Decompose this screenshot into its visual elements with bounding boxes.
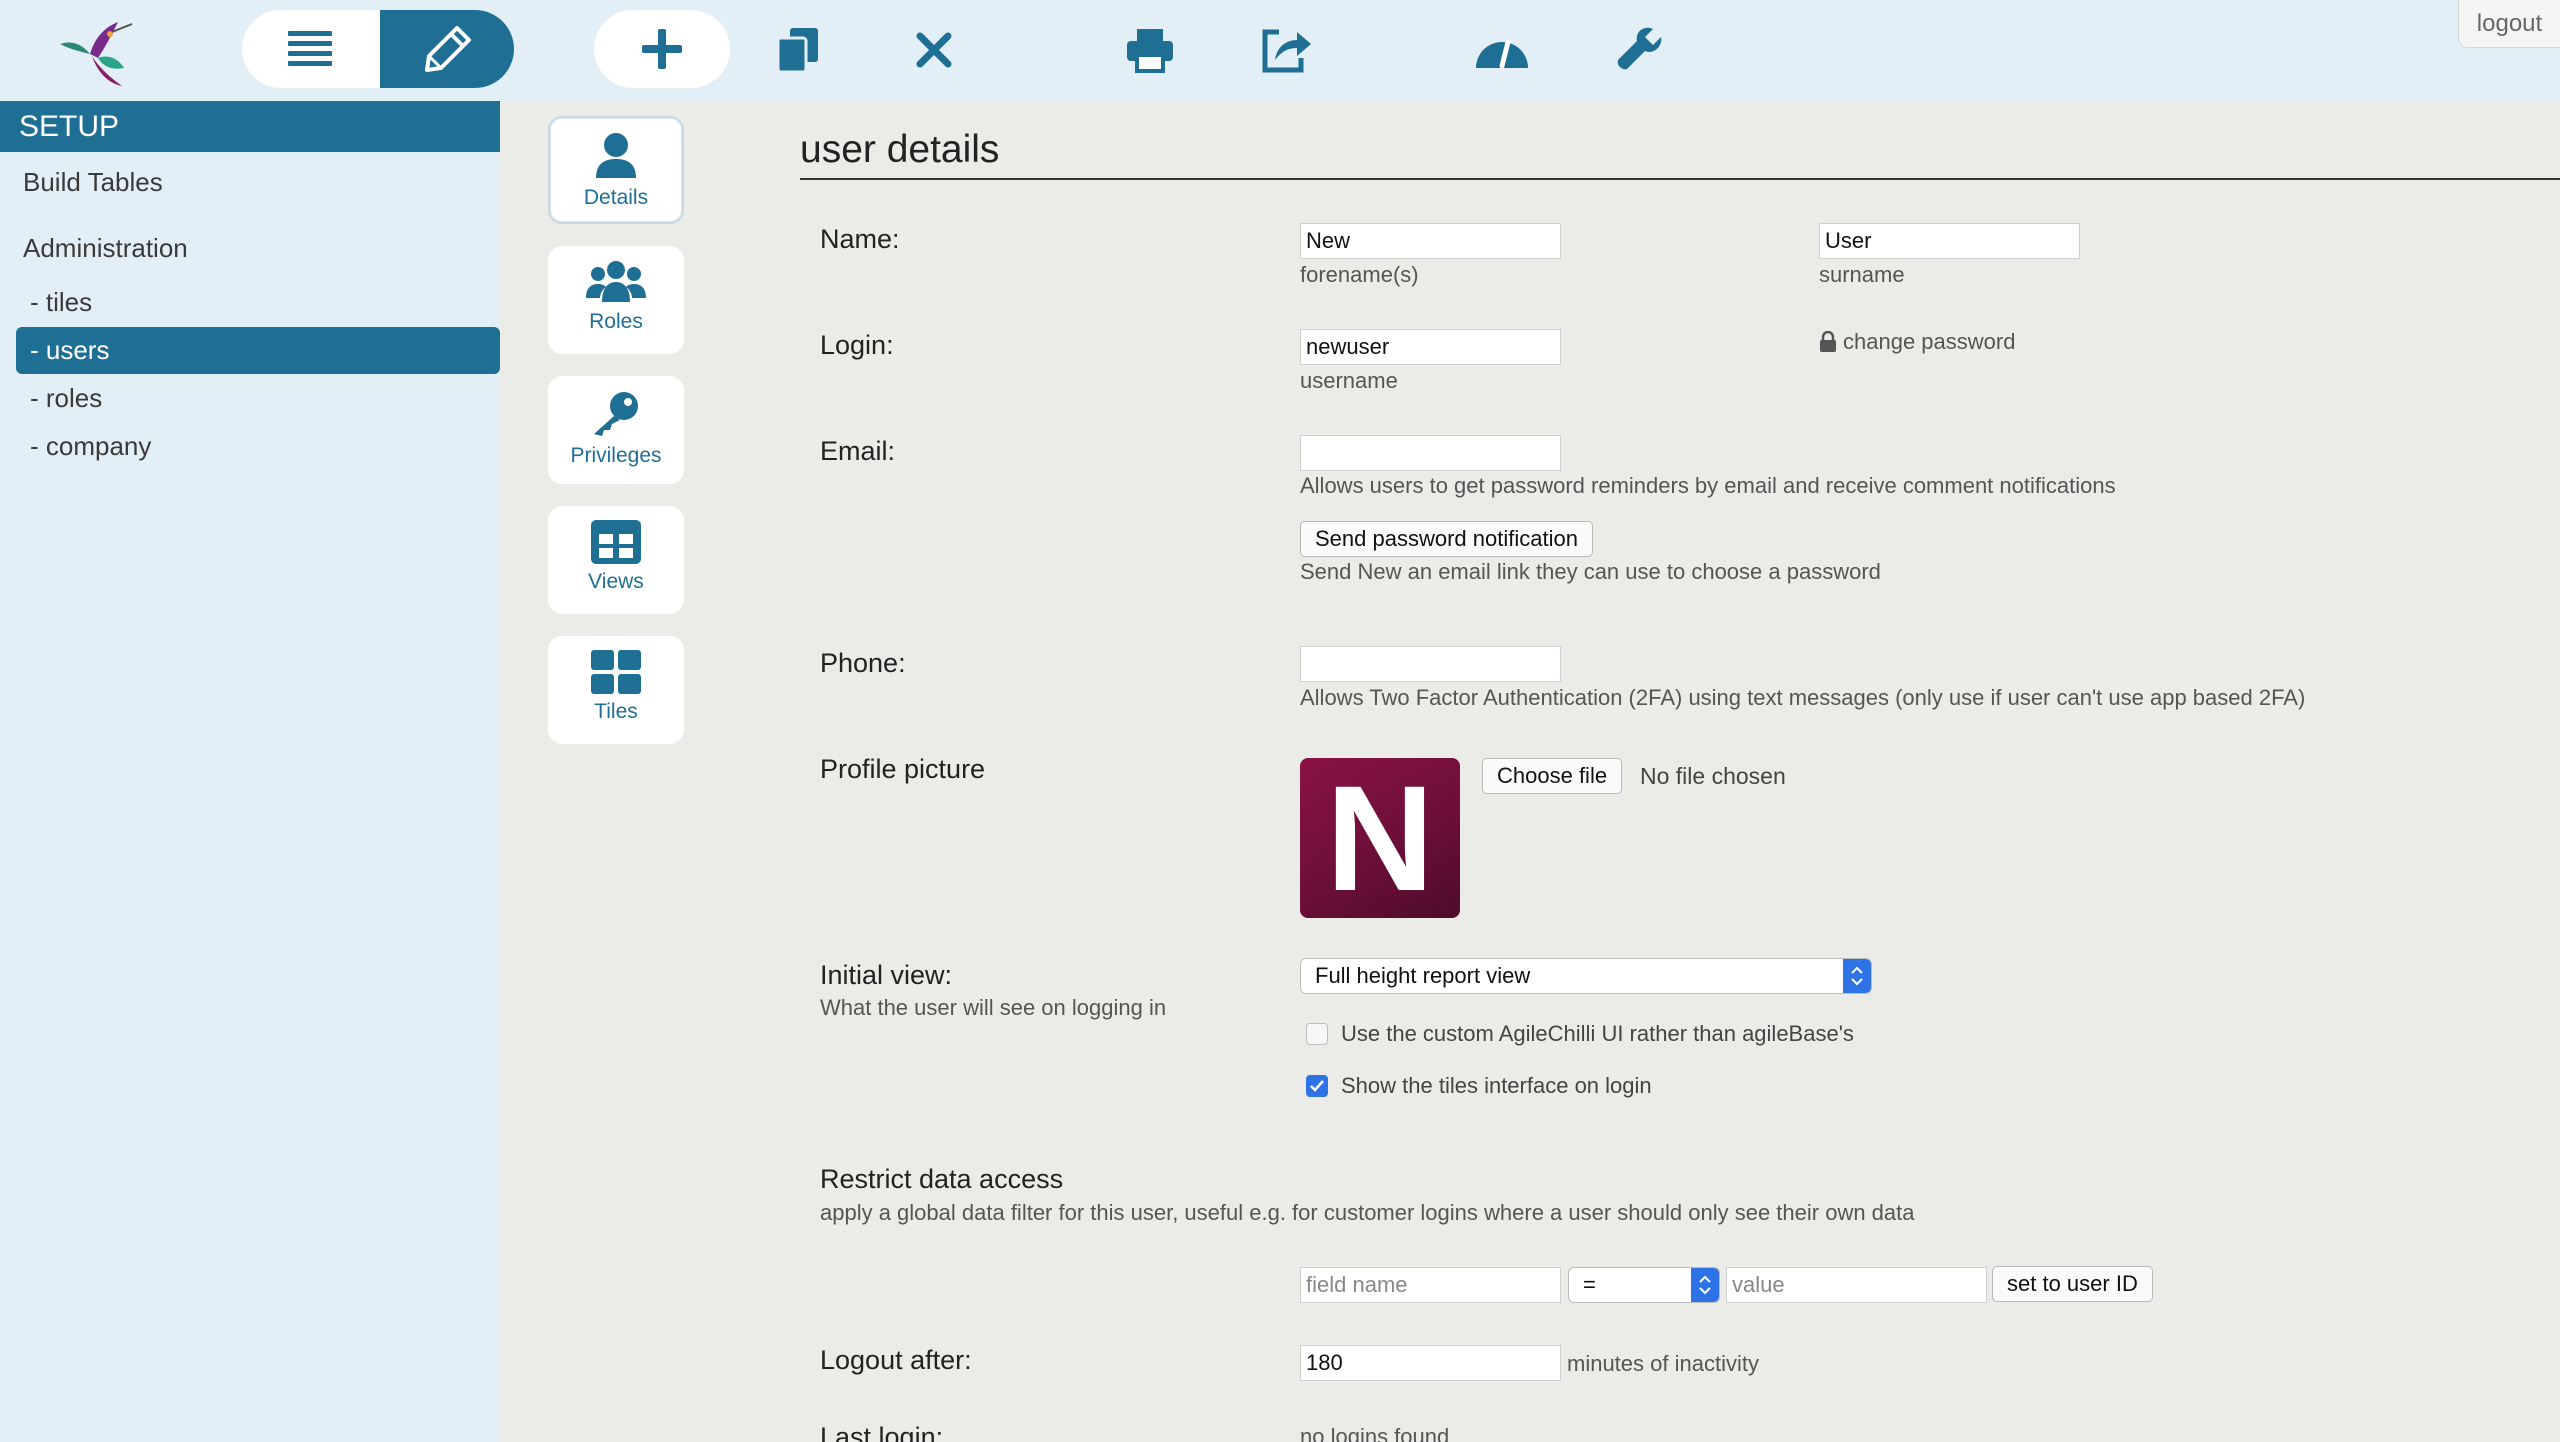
- pencil-icon: [425, 26, 471, 72]
- tab-details-label: Details: [583, 186, 649, 209]
- lock-icon: [1820, 331, 1836, 352]
- grid-icon: [591, 650, 641, 694]
- tab-privileges[interactable]: Privileges: [548, 376, 684, 484]
- tiles-login-checkbox[interactable]: [1306, 1075, 1328, 1097]
- avatar: N: [1300, 754, 1460, 922]
- choose-file-button[interactable]: Choose file: [1482, 758, 1623, 794]
- chevron-updown-icon: [1843, 959, 1871, 993]
- logout-after-input[interactable]: 180: [1300, 1345, 1561, 1381]
- forename-input[interactable]: New: [1300, 223, 1561, 259]
- chevron-updown-icon: [1691, 1268, 1719, 1302]
- admin-tools-button[interactable]: [1608, 18, 1672, 82]
- title-divider: [800, 178, 2560, 180]
- email-input[interactable]: [1300, 435, 1561, 471]
- top-toolbar: logout: [0, 0, 2560, 101]
- list-view-button[interactable]: [242, 10, 378, 88]
- no-file-chosen-text: No file chosen: [1640, 763, 1786, 789]
- close-icon: [916, 32, 952, 68]
- print-icon: [1127, 29, 1173, 73]
- change-password-label: change password: [1843, 329, 2016, 354]
- view-mode-toggle: [242, 10, 514, 88]
- gauge-icon: [1476, 39, 1528, 69]
- sidebar-item-roles[interactable]: - roles: [16, 375, 500, 422]
- phone-help: Allows Two Factor Authentication (2FA) u…: [1300, 685, 2306, 710]
- custom-ui-label: Use the custom AgileChilli UI rather tha…: [1341, 1021, 1854, 1046]
- phone-label: Phone:: [820, 648, 906, 678]
- profile-picture-label: Profile picture: [820, 754, 986, 784]
- change-password-link[interactable]: change password: [1819, 329, 2015, 355]
- tab-privileges-label: Privileges: [570, 444, 662, 467]
- list-icon: [288, 31, 332, 66]
- sidebar-item-tiles[interactable]: - tiles: [16, 279, 500, 326]
- restrict-value-input[interactable]: value: [1726, 1267, 1987, 1303]
- set-to-user-id-button[interactable]: set to user ID: [1992, 1266, 2153, 1302]
- restrict-data-help: apply a global data filter for this user…: [820, 1200, 1915, 1225]
- tab-views[interactable]: Views: [548, 506, 684, 614]
- send-password-notification-button[interactable]: Send password notification: [1300, 521, 1593, 557]
- sidebar-item-company[interactable]: - company: [16, 423, 500, 470]
- edit-view-button[interactable]: [380, 10, 514, 88]
- delete-button[interactable]: [902, 18, 966, 82]
- username-help: username: [1300, 368, 1398, 393]
- sidebar-link-build-tables[interactable]: Build Tables: [23, 167, 163, 198]
- username-input[interactable]: newuser: [1300, 329, 1561, 365]
- initial-view-selected: Full height report view: [1315, 963, 1531, 988]
- phone-input[interactable]: [1300, 646, 1561, 682]
- restrict-operator-selected: =: [1583, 1272, 1596, 1297]
- share-button[interactable]: [1254, 18, 1318, 82]
- users-icon: [586, 261, 646, 302]
- sidebar-item-users[interactable]: - users: [16, 327, 500, 374]
- tab-views-label: Views: [588, 570, 644, 593]
- restrict-field-name-input[interactable]: field name: [1300, 1267, 1561, 1303]
- initial-view-label: Initial view:: [820, 960, 953, 990]
- initial-view-help: What the user will see on logging in: [820, 995, 1167, 1020]
- tiles-login-label: Show the tiles interface on login: [1341, 1073, 1652, 1098]
- tab-details[interactable]: Details: [548, 116, 684, 224]
- dashboard-button[interactable]: [1470, 18, 1534, 82]
- app-logo[interactable]: [52, 14, 136, 90]
- user-icon: [596, 133, 636, 178]
- surname-help: surname: [1819, 262, 1905, 287]
- login-label: Login:: [820, 330, 894, 360]
- custom-ui-checkbox[interactable]: [1306, 1023, 1328, 1045]
- tab-tiles-label: Tiles: [594, 700, 638, 723]
- initial-view-select[interactable]: Full height report view: [1300, 958, 1872, 994]
- name-label: Name:: [820, 224, 900, 254]
- last-login-value: no logins found: [1300, 1424, 1450, 1442]
- sidebar-link-administration[interactable]: Administration: [23, 233, 188, 264]
- copy-icon: [776, 28, 818, 74]
- tab-roles[interactable]: Roles: [548, 246, 684, 354]
- email-help: Allows users to get password reminders b…: [1300, 473, 2116, 498]
- sidebar: SETUP Build Tables Administration - tile…: [0, 101, 500, 1442]
- last-login-label: Last login:: [820, 1422, 944, 1442]
- surname-input[interactable]: User: [1819, 223, 2080, 259]
- copy-button[interactable]: [766, 18, 830, 82]
- page-title: user details: [800, 128, 1000, 171]
- logout-after-label: Logout after:: [820, 1345, 972, 1375]
- check-icon: [1310, 1080, 1324, 1092]
- print-button[interactable]: [1118, 18, 1182, 82]
- key-icon: [594, 392, 638, 436]
- add-record-button[interactable]: [594, 10, 730, 88]
- sidebar-header: SETUP: [0, 101, 500, 152]
- share-icon: [1262, 29, 1311, 73]
- restrict-data-label: Restrict data access: [820, 1164, 1064, 1194]
- restrict-operator-select[interactable]: =: [1568, 1267, 1720, 1303]
- email-label: Email:: [820, 436, 896, 466]
- send-password-help: Send New an email link they can use to c…: [1300, 559, 1881, 584]
- wrench-icon: [1617, 27, 1662, 70]
- avatar-letter: N: [1325, 753, 1435, 922]
- plus-icon: [642, 29, 682, 69]
- table-icon: [591, 520, 641, 564]
- tab-roles-label: Roles: [589, 310, 643, 333]
- forename-help: forename(s): [1300, 262, 1419, 287]
- logout-button[interactable]: logout: [2458, 0, 2560, 48]
- logout-after-suffix: minutes of inactivity: [1567, 1351, 1759, 1376]
- tab-tiles[interactable]: Tiles: [548, 636, 684, 744]
